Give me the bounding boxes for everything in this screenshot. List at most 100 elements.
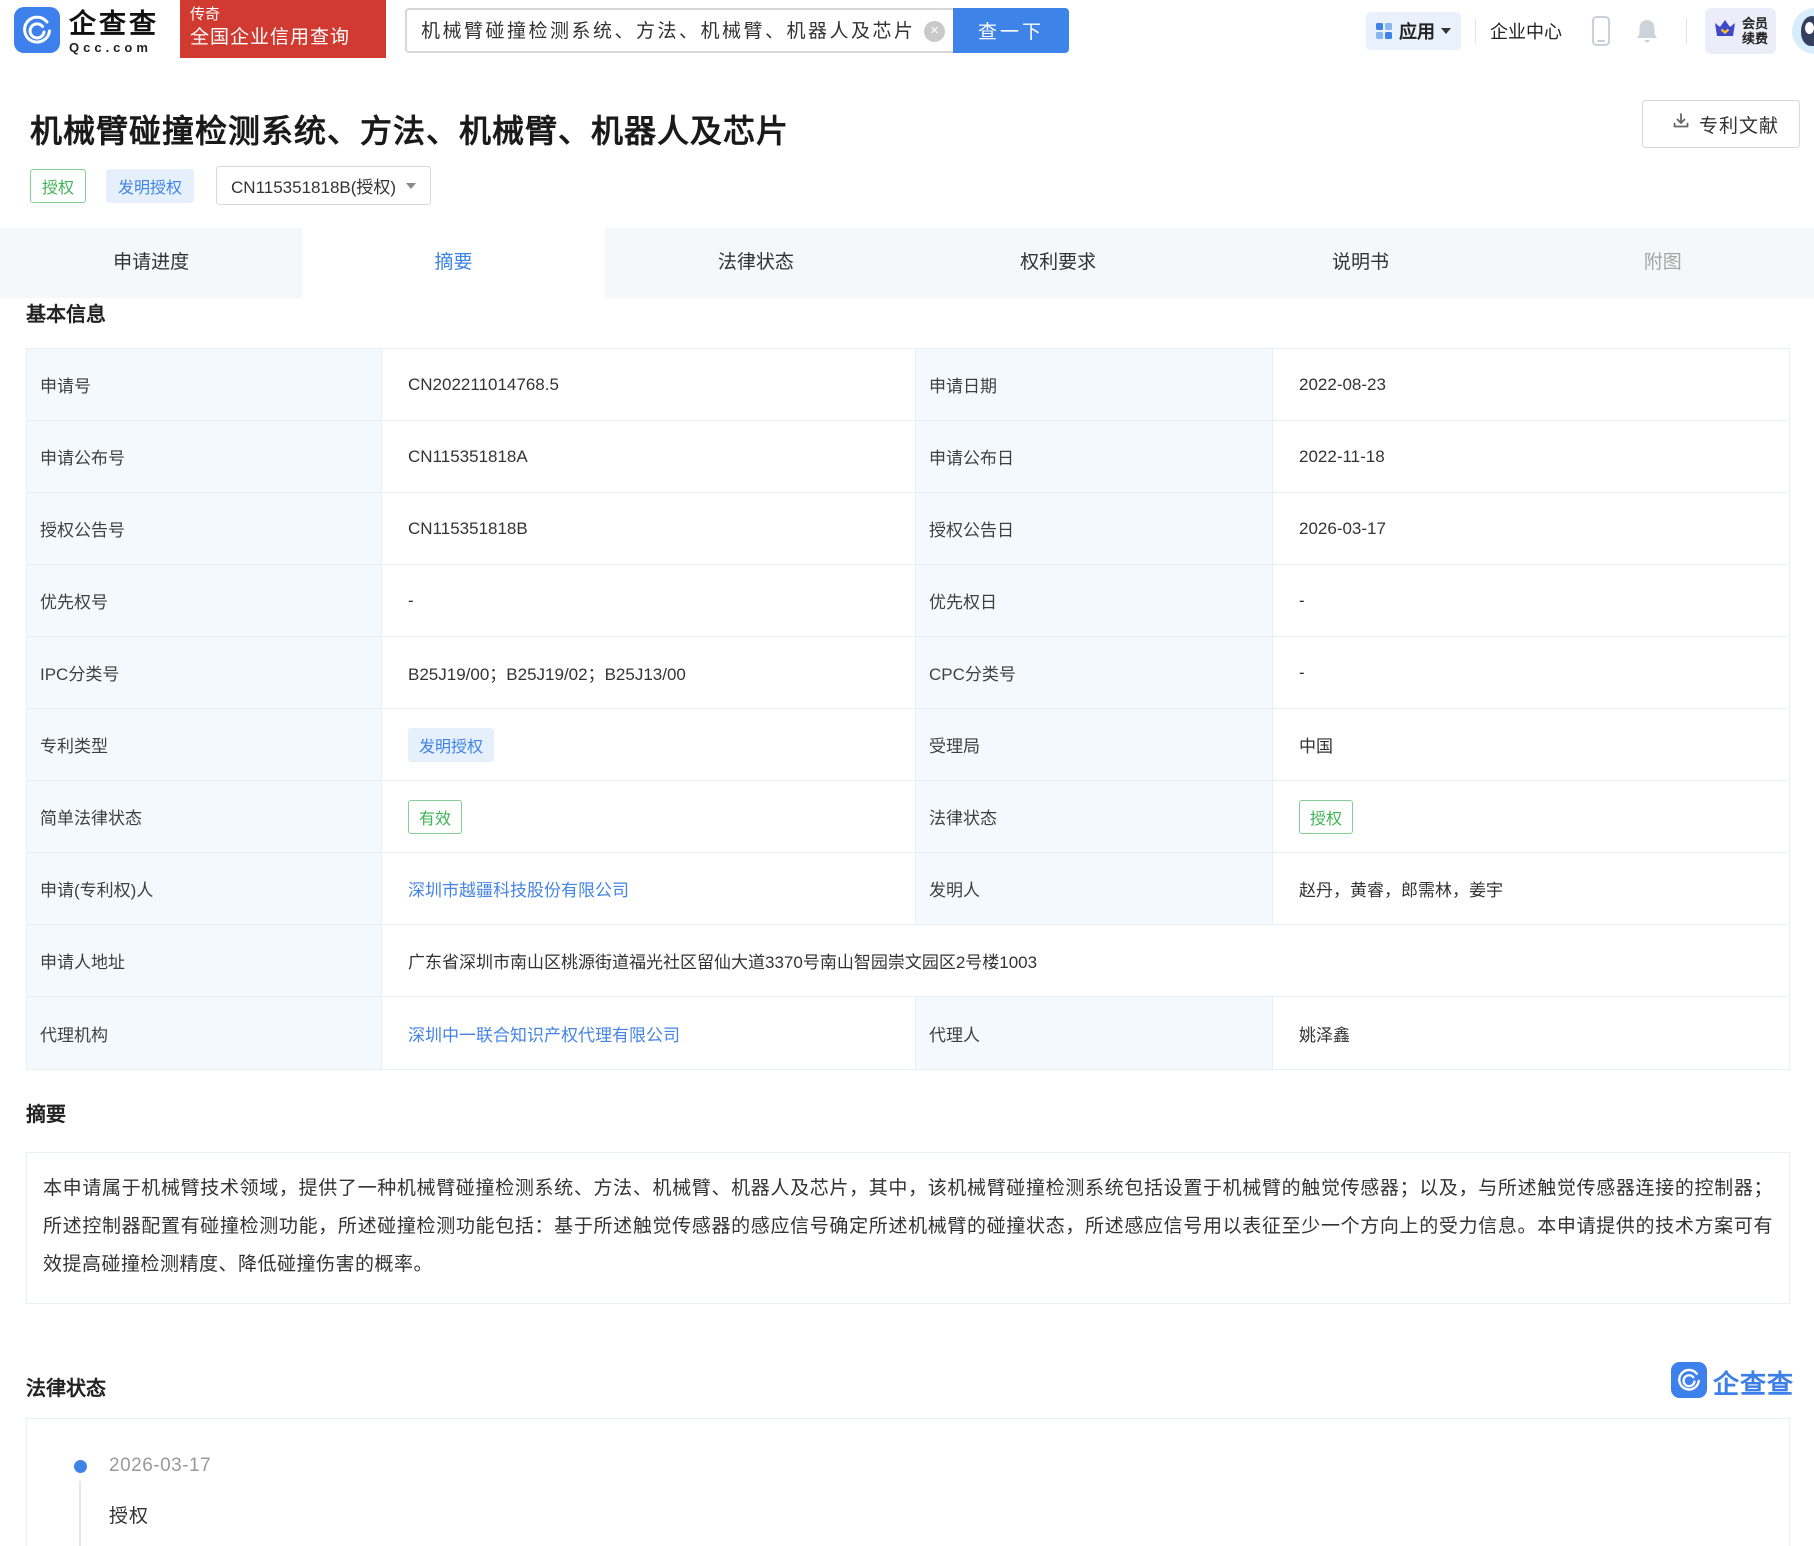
legal-status-timeline: 2026-03-17 授权 [26, 1418, 1790, 1546]
row-value: 深圳中一联合知识产权代理有限公司 [382, 997, 916, 1069]
patent-number-value: CN115351818B(授权) [231, 173, 396, 198]
search-value: 机械臂碰撞检测系统、方法、机械臂、机器人及芯片 [421, 10, 913, 53]
patent-detail-page: 企查查 Qcc.com 传奇 全国企业信用查询 机械臂碰撞检测系统、方法、机械臂… [0, 0, 1814, 1546]
row-value: 有效 [382, 781, 916, 853]
row-value: 中国 [1273, 709, 1787, 781]
qcc-watermark: 企查查 [1671, 1362, 1794, 1403]
legal-status-badge: 授权 [1299, 800, 1353, 834]
tab-abstract[interactable]: 摘要 [302, 228, 604, 298]
tab-legal-status[interactable]: 法律状态 [605, 228, 907, 298]
enterprise-center-link[interactable]: 企业中心 [1490, 18, 1562, 44]
legal-status-title: 法律状态 [26, 1372, 106, 1401]
divider [1475, 18, 1476, 44]
row-value: CN115351818A [382, 421, 916, 493]
row-label: 受理局 [916, 709, 1273, 781]
promo-banner: 传奇 全国企业信用查询 [180, 0, 386, 58]
logo-text: 企查查 Qcc.com [69, 10, 159, 55]
apps-grid-icon [1376, 23, 1392, 39]
row-value: - [1273, 565, 1787, 637]
tab-claims[interactable]: 权利要求 [907, 228, 1209, 298]
status-badge: 授权 [30, 169, 86, 203]
patent-document-label: 专利文献 [1699, 111, 1779, 138]
timeline-line [79, 1481, 81, 1546]
search-input[interactable]: 机械臂碰撞检测系统、方法、机械臂、机器人及芯片 × [405, 8, 953, 53]
row-label: 优先权日 [916, 565, 1273, 637]
timeline-date: 2026-03-17 [109, 1455, 211, 1477]
clear-icon[interactable]: × [924, 21, 945, 42]
row-label: 发明人 [916, 853, 1273, 925]
basic-info-table: 申请号 CN202211014768.5 申请日期 2022-08-23 申请公… [26, 348, 1790, 1070]
row-label: 申请(专利权)人 [27, 853, 382, 925]
search-button[interactable]: 查一下 [953, 8, 1069, 53]
row-value: 广东省深圳市南山区桃源街道福光社区留仙大道3370号南山智园崇文园区2号楼100… [382, 925, 1787, 997]
patent-type-badge: 发明授权 [408, 728, 494, 762]
tab-description[interactable]: 说明书 [1209, 228, 1511, 298]
patent-number-select[interactable]: CN115351818B(授权) [216, 166, 431, 205]
abstract-text: 本申请属于机械臂技术领域，提供了一种机械臂碰撞检测系统、方法、机械臂、机器人及芯… [43, 1170, 1773, 1284]
row-value: B25J19/00；B25J19/02；B25J13/00 [382, 637, 916, 709]
row-value: CN115351818B [382, 493, 916, 565]
row-label: 优先权号 [27, 565, 382, 637]
download-icon [1671, 111, 1691, 137]
apps-menu[interactable]: 应用 [1366, 12, 1461, 50]
badge-row: 授权 发明授权 CN115351818B(授权) [30, 166, 431, 205]
promo-line2: 全国企业信用查询 [190, 25, 386, 51]
row-value: 2022-11-18 [1273, 421, 1787, 493]
row-value: 姚泽鑫 [1273, 997, 1787, 1069]
logo-domain: Qcc.com [69, 41, 159, 55]
user-avatar[interactable] [1792, 8, 1814, 54]
row-label: 简单法律状态 [27, 781, 382, 853]
tab-drawings[interactable]: 附图 [1512, 228, 1814, 298]
row-label: 申请公布号 [27, 421, 382, 493]
vip-label: 会员 续费 [1742, 16, 1768, 46]
row-value: 赵丹，黄睿，郎需林，姜宇 [1273, 853, 1787, 925]
row-label: 授权公告号 [27, 493, 382, 565]
caret-down-icon [406, 183, 416, 189]
qcc-watermark-text: 企查查 [1713, 1364, 1794, 1401]
row-label: 申请号 [27, 349, 382, 421]
timeline-dot-icon [74, 1460, 87, 1473]
search-bar: 机械臂碰撞检测系统、方法、机械臂、机器人及芯片 × 查一下 [405, 8, 1069, 53]
row-label: 专利类型 [27, 709, 382, 781]
basic-info-title: 基本信息 [26, 298, 106, 327]
simple-legal-status-badge: 有效 [408, 800, 462, 834]
caret-down-icon [1441, 28, 1451, 34]
vip-renew-button[interactable]: 会员 续费 [1705, 8, 1776, 54]
row-label: 申请人地址 [27, 925, 382, 997]
row-label: 申请日期 [916, 349, 1273, 421]
row-label: 授权公告日 [916, 493, 1273, 565]
agency-link[interactable]: 深圳中一联合知识产权代理有限公司 [408, 1021, 680, 1046]
top-bar: 企查查 Qcc.com 传奇 全国企业信用查询 机械臂碰撞检测系统、方法、机械臂… [0, 0, 1814, 62]
row-value: 2022-08-23 [1273, 349, 1787, 421]
bell-icon[interactable] [1634, 17, 1660, 45]
phone-icon[interactable] [1592, 16, 1610, 46]
page-title: 机械臂碰撞检测系统、方法、机械臂、机器人及芯片 [30, 106, 789, 152]
row-label: CPC分类号 [916, 637, 1273, 709]
tab-bar: 申请进度 摘要 法律状态 权利要求 说明书 附图 [0, 228, 1814, 298]
applicant-link[interactable]: 深圳市越疆科技股份有限公司 [408, 876, 629, 901]
row-label: 申请公布日 [916, 421, 1273, 493]
qcc-logo-icon [1671, 1362, 1707, 1403]
row-value: 深圳市越疆科技股份有限公司 [382, 853, 916, 925]
row-value: - [382, 565, 916, 637]
row-value: 授权 [1273, 781, 1787, 853]
apps-label: 应用 [1399, 18, 1435, 44]
tab-application-progress[interactable]: 申请进度 [0, 228, 302, 298]
row-value: 发明授权 [382, 709, 916, 781]
timeline-status: 授权 [109, 1501, 149, 1528]
crown-icon [1713, 18, 1737, 44]
type-badge: 发明授权 [106, 169, 194, 203]
top-nav: 应用 企业中心 会员 续费 [1366, 0, 1814, 62]
row-value: 2026-03-17 [1273, 493, 1787, 565]
logo-brand: 企查查 [69, 10, 159, 38]
row-label: 代理人 [916, 997, 1273, 1069]
qcc-logo-icon [14, 7, 60, 58]
row-label: IPC分类号 [27, 637, 382, 709]
promo-line1: 传奇 [190, 5, 386, 25]
qcc-logo[interactable]: 企查查 Qcc.com [14, 7, 159, 58]
row-value: - [1273, 637, 1787, 709]
row-label: 法律状态 [916, 781, 1273, 853]
divider [1686, 18, 1687, 44]
patent-document-button[interactable]: 专利文献 [1642, 100, 1800, 148]
row-value: CN202211014768.5 [382, 349, 916, 421]
